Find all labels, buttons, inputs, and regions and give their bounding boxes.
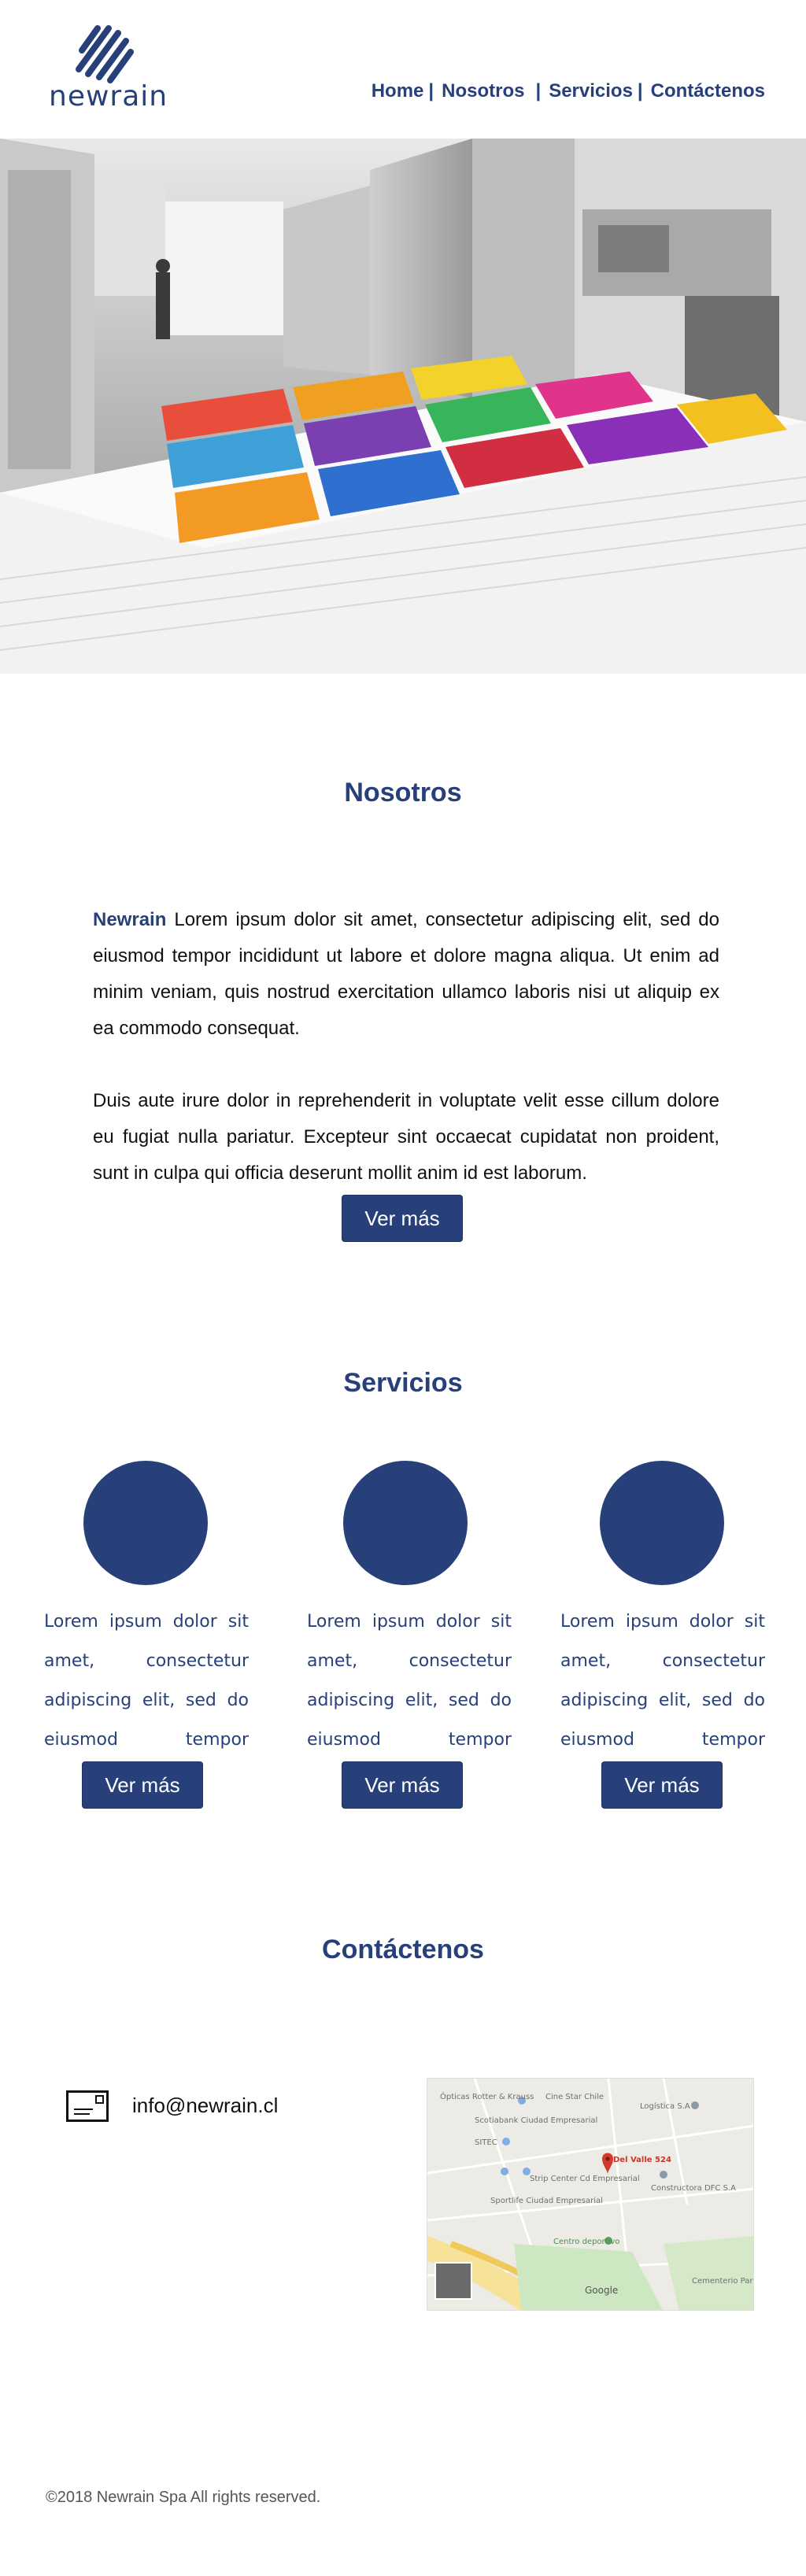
map-label: Sportlife Ciudad Empresarial [490,2197,603,2205]
brand-highlight: Newrain [93,909,167,930]
nav-home-link[interactable]: Home [372,80,424,102]
service-2-image [343,1461,468,1585]
nosotros-ver-mas-button[interactable]: Ver más [342,1195,463,1242]
servicios-title: Servicios [343,1368,463,1398]
map-label: SITEC [475,2138,497,2147]
map-pin-label: Del Valle 524 [613,2156,671,2164]
logo-wordmark: newrain [49,80,168,113]
hero-image [0,139,806,674]
envelope-icon [66,2090,109,2122]
service-1-ver-mas-button[interactable]: Ver más [82,1761,203,1809]
map-label: Cementerio Parque de Santiago [692,2277,753,2286]
nav-separator: | [428,80,434,102]
service-2-ver-mas-button[interactable]: Ver más [342,1761,463,1809]
service-3-ver-mas-button[interactable]: Ver más [601,1761,723,1809]
printing-press-illustration [0,139,806,674]
contacto-title: Contáctenos [322,1935,484,1964]
map-label: Centro deportivo [553,2238,620,2246]
map-label: Cine Star Chile [545,2093,604,2101]
nosotros-paragraph-2: Duis aute irure dolor in reprehenderit i… [93,1090,719,1184]
service-3-image [600,1461,724,1585]
rain-stripes-logo-icon [76,25,134,83]
google-logo: Google [585,2285,619,2296]
nav-separator: | [535,80,542,102]
service-3-text: Lorem ipsum dolor sit amet, consectetur … [560,1612,765,1750]
map-label: Ópticas Rotter & Krauss [440,2093,534,2101]
service-1-image [83,1461,208,1585]
contact-email[interactable]: info@newrain.cl [132,2094,278,2118]
nosotros-title: Nosotros [344,778,462,808]
map-label: Strip Center Cd Empresarial [530,2175,640,2183]
nav-contacto-link[interactable]: Contáctenos [651,80,765,102]
nav-servicios-link[interactable]: Servicios [549,80,633,102]
nosotros-paragraph-1: Newrain Lorem ipsum dolor sit amet, cons… [93,902,719,1047]
service-2-text: Lorem ipsum dolor sit amet, consectetur … [307,1612,512,1750]
service-1-text: Lorem ipsum dolor sit amet, consectetur … [44,1612,249,1750]
map-label: Scotiabank Ciudad Empresarial [475,2116,598,2125]
map-roads [427,2079,753,2310]
map-label: Logística S.A [640,2102,690,2111]
nosotros-paragraph-1-text: Lorem ipsum dolor sit amet, consectetur … [93,909,719,1039]
nav-separator: | [637,80,643,102]
nav-nosotros-link[interactable]: Nosotros [442,80,524,102]
footer-copyright: ©2018 Newrain Spa All rights reserved. [46,2489,321,2506]
main-nav: Home | Nosotros | Servicios | Contáctenos [372,80,765,102]
map-label: Constructora DFC S.A [651,2184,736,2193]
site-header: newrain Home | Nosotros | Servicios | Contá… [0,0,806,139]
logo[interactable]: newrain [49,22,167,116]
location-map[interactable]: Ópticas Rotter & Krauss Cine Star Chile … [427,2078,754,2311]
